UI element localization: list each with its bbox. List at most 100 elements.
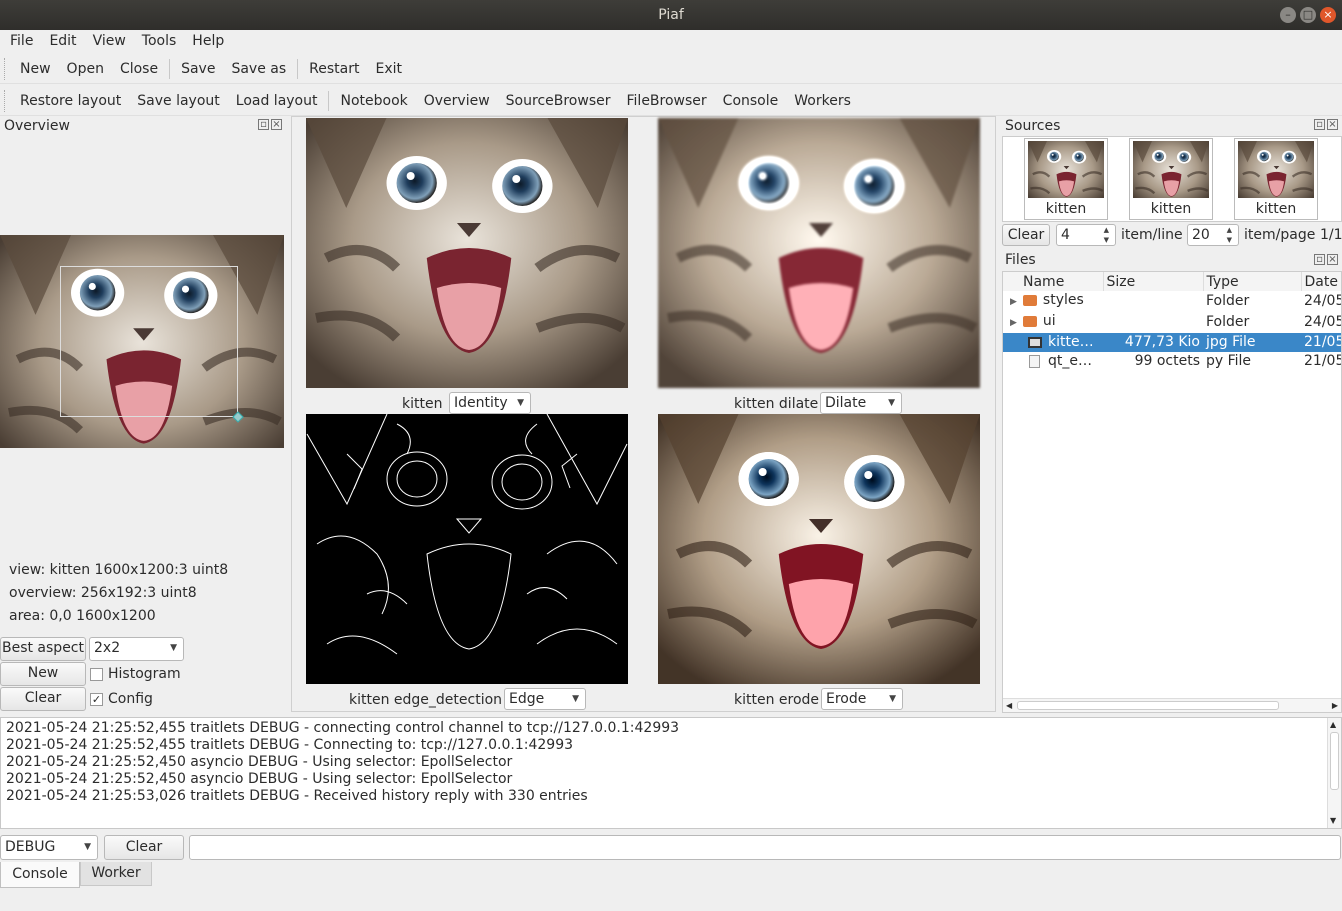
filter-select-value: Erode — [826, 691, 867, 707]
config-checkbox[interactable]: ✓ — [90, 693, 103, 706]
column-header-name[interactable]: Name — [1003, 272, 1104, 291]
source-thumb[interactable]: kitten — [1024, 138, 1108, 220]
console-dock-button[interactable]: Console — [715, 86, 787, 116]
open-button[interactable]: Open — [59, 54, 112, 84]
file-date: 24/05 — [1304, 293, 1342, 309]
console-output[interactable]: 2021-05-24 21:25:52,455 traitlets DEBUG … — [0, 717, 1342, 829]
notebook-area: kitten Identity ▼ kitten dilate Dilate ▼ k… — [291, 116, 996, 712]
menu-view[interactable]: View — [85, 30, 134, 52]
file-row-selected[interactable]: kitte… 477,73 Kio jpg File 21/05 — [1003, 333, 1341, 352]
menu-tools[interactable]: Tools — [134, 30, 185, 52]
file-size — [1103, 312, 1203, 333]
toolbar-separator — [169, 59, 171, 79]
file-date: 21/05 — [1304, 353, 1342, 369]
vertical-scrollbar[interactable]: ▲ ▼ — [1327, 718, 1341, 828]
sources-thumbs: kitten kitten kitten — [1002, 136, 1342, 222]
view-image-erode[interactable] — [658, 414, 980, 684]
close-icon[interactable]: × — [1327, 119, 1338, 130]
view-image-edge[interactable] — [306, 414, 628, 684]
view-image-identity[interactable] — [306, 118, 628, 388]
sourcebrowser-dock-button[interactable]: SourceBrowser — [498, 86, 619, 116]
filter-select-value: Dilate — [825, 395, 867, 411]
scroll-down-icon[interactable]: ▼ — [1330, 814, 1336, 828]
filter-select-identity[interactable]: Identity ▼ — [449, 392, 531, 414]
overview-size-info: overview: 256x192:3 uint8 — [9, 585, 197, 601]
dock-buttons: ▫ × — [1312, 254, 1338, 265]
source-thumb-label: kitten — [1045, 201, 1087, 217]
window-titlebar[interactable]: Piaf – □ × — [0, 0, 1342, 30]
scroll-left-icon[interactable]: ◀ — [1006, 699, 1012, 712]
horizontal-scrollbar[interactable]: ◀ ▶ — [1003, 698, 1341, 712]
overview-clear-button[interactable]: Clear — [0, 687, 86, 711]
items-per-page-spinbox[interactable]: 20 ▲ ▼ — [1187, 224, 1239, 246]
column-header-size[interactable]: Size — [1103, 272, 1204, 291]
spin-arrows-icon[interactable]: ▲ ▼ — [1104, 225, 1109, 245]
minimize-icon[interactable]: – — [1280, 7, 1296, 23]
filter-select-value: Identity — [454, 395, 508, 411]
tab-worker[interactable]: Worker — [80, 862, 152, 886]
expand-arrow-icon[interactable]: ▶ — [1003, 297, 1023, 307]
chevron-down-icon: ▼ — [572, 694, 579, 704]
overview-new-button[interactable]: New — [0, 662, 86, 686]
scrollbar-thumb[interactable] — [1017, 701, 1279, 710]
file-size — [1103, 291, 1203, 312]
save-as-button[interactable]: Save as — [223, 54, 294, 84]
restore-layout-button[interactable]: Restore layout — [12, 86, 129, 116]
filter-select-edge[interactable]: Edge ▼ — [504, 688, 586, 710]
source-thumb[interactable]: kitten — [1129, 138, 1213, 220]
float-icon[interactable]: ▫ — [258, 119, 269, 130]
save-button[interactable]: Save — [173, 54, 223, 84]
overview-dock-button[interactable]: Overview — [416, 86, 498, 116]
best-aspect-button[interactable]: Best aspect — [0, 637, 86, 661]
load-layout-button[interactable]: Load layout — [228, 86, 326, 116]
new-button[interactable]: New — [12, 54, 59, 84]
filebrowser-dock-button[interactable]: FileBrowser — [619, 86, 715, 116]
scroll-right-icon[interactable]: ▶ — [1332, 699, 1338, 712]
sources-clear-button[interactable]: Clear — [1002, 224, 1050, 246]
file-row[interactable]: ▶ styles Folder 24/05 — [1003, 291, 1342, 312]
expand-arrow-icon[interactable]: ▶ — [1003, 318, 1023, 328]
files-tree[interactable]: Name Size Type Date ▶ styles Folder 24/05… — [1002, 271, 1342, 713]
column-header-date[interactable]: Date — [1301, 272, 1341, 291]
scroll-up-icon[interactable]: ▲ — [1330, 718, 1336, 732]
main-toolbar: New Open Close Save Save as Restart Exit — [0, 54, 1342, 84]
workers-dock-button[interactable]: Workers — [786, 86, 859, 116]
float-icon[interactable]: ▫ — [1314, 254, 1325, 265]
layout-select[interactable]: 2x2 ▼ — [89, 637, 184, 661]
overview-image[interactable] — [0, 235, 284, 448]
histogram-checkbox[interactable] — [90, 668, 103, 681]
notebook-dock-button[interactable]: Notebook — [332, 86, 415, 116]
file-row[interactable]: qt_e… 99 octets py File 21/05 — [1003, 352, 1342, 371]
chevron-down-icon: ▼ — [170, 643, 177, 653]
scrollbar-thumb[interactable] — [1330, 732, 1339, 790]
files-dock: Files ▫ × Name Size Type Date ▶ styles Fol… — [1002, 251, 1342, 713]
menu-file[interactable]: File — [2, 30, 41, 52]
filter-select-erode[interactable]: Erode ▼ — [821, 688, 903, 710]
toolbar-grip[interactable] — [4, 58, 8, 80]
filter-select-dilate[interactable]: Dilate ▼ — [820, 392, 902, 414]
close-icon[interactable]: × — [271, 119, 282, 130]
close-icon[interactable]: × — [1327, 254, 1338, 265]
console-input[interactable] — [189, 835, 1341, 860]
items-per-line-spinbox[interactable]: 4 ▲ ▼ — [1056, 224, 1116, 246]
maximize-icon[interactable]: □ — [1300, 7, 1316, 23]
log-level-select[interactable]: DEBUG ▼ — [0, 835, 98, 860]
view-area-rect[interactable] — [60, 266, 238, 417]
menu-edit[interactable]: Edit — [41, 30, 84, 52]
console-clear-button[interactable]: Clear — [104, 835, 184, 860]
close-button[interactable]: Close — [112, 54, 166, 84]
view-image-dilate[interactable] — [658, 118, 980, 388]
toolbar-grip[interactable] — [4, 90, 8, 112]
close-icon[interactable]: × — [1320, 7, 1336, 23]
menu-help[interactable]: Help — [184, 30, 232, 52]
exit-button[interactable]: Exit — [367, 54, 410, 84]
column-header-type[interactable]: Type — [1203, 272, 1302, 291]
save-layout-button[interactable]: Save layout — [129, 86, 228, 116]
float-icon[interactable]: ▫ — [1314, 119, 1325, 130]
spin-arrows-icon[interactable]: ▲ ▼ — [1227, 225, 1232, 245]
restart-button[interactable]: Restart — [301, 54, 367, 84]
source-thumb[interactable]: kitten — [1234, 138, 1318, 220]
tab-console[interactable]: Console — [0, 862, 80, 888]
sources-dock-title: Sources — [1005, 118, 1061, 134]
file-row[interactable]: ▶ ui Folder 24/05 — [1003, 312, 1341, 333]
